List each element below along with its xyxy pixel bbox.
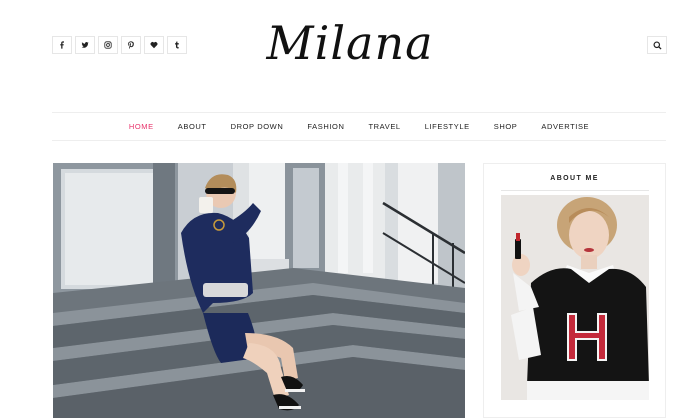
about-me-image <box>501 195 649 400</box>
nav-item-advertise[interactable]: ADVERTISE <box>529 122 601 131</box>
featured-photo <box>53 163 465 418</box>
nav-item-about[interactable]: ABOUT <box>166 122 219 131</box>
about-me-title: ABOUT ME <box>550 175 599 182</box>
nav-item-shop[interactable]: SHOP <box>482 122 530 131</box>
search-icon <box>652 40 662 50</box>
search-button[interactable] <box>647 36 667 54</box>
featured-post-image[interactable] <box>53 163 465 418</box>
main-nav: HOME ABOUT DROP DOWN FASHION TRAVEL LIFE… <box>52 112 666 141</box>
nav-item-home[interactable]: HOME <box>117 122 166 131</box>
about-me-photo <box>501 195 649 400</box>
divider <box>501 190 649 191</box>
nav-item-fashion[interactable]: FASHION <box>295 122 356 131</box>
nav-item-travel[interactable]: TRAVEL <box>356 122 412 131</box>
about-me-widget: ABOUT ME <box>483 163 666 418</box>
nav-item-lifestyle[interactable]: LIFESTYLE <box>413 122 482 131</box>
nav-item-drop-down[interactable]: DROP DOWN <box>219 122 296 131</box>
site-logo[interactable]: Milana <box>0 8 700 78</box>
